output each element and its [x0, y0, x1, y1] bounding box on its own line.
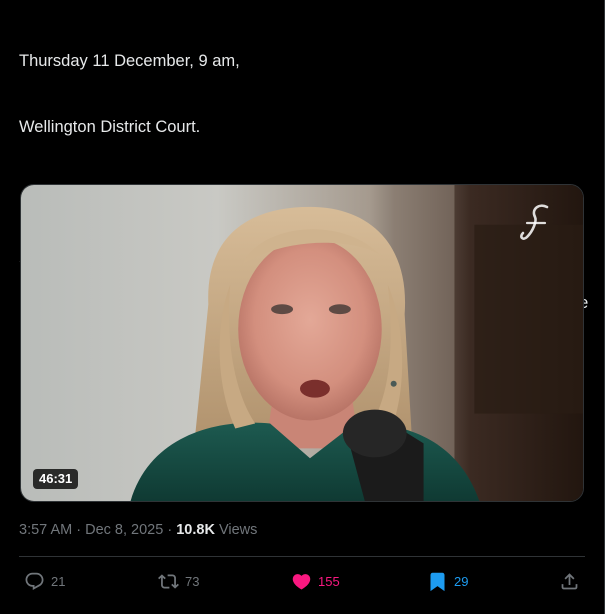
reply-button[interactable]: 21 — [24, 563, 65, 599]
tweet-text-line: Thursday 11 December, 9 am, — [19, 52, 240, 70]
bookmark-button[interactable]: 29 — [427, 563, 468, 599]
divider — [19, 556, 585, 557]
tweet-meta: 3:57 AM · Dec 8, 2025 · 10.8K Views — [19, 520, 257, 540]
share-icon — [561, 572, 578, 589]
views-label: Views — [218, 522, 258, 538]
video-player[interactable]: 46:31 — [20, 184, 584, 502]
bookmark-count: 29 — [454, 573, 469, 589]
meta-separator: · — [76, 522, 82, 538]
heart-filled-icon — [292, 573, 311, 590]
tweet-time: 3:57 AM — [19, 522, 73, 538]
action-bar: 21 73 155 29 — [0, 563, 605, 599]
bookmark-filled-icon — [430, 572, 445, 591]
like-button[interactable]: 155 — [291, 563, 340, 599]
retweet-icon — [158, 573, 179, 589]
retweet-count: 73 — [185, 573, 200, 589]
share-button[interactable] — [559, 563, 580, 599]
script-f-logo-icon — [520, 204, 549, 240]
retweet-button[interactable]: 73 — [158, 563, 199, 599]
tweet-date: Dec 8, 2025 — [85, 522, 164, 538]
video-duration-badge: 46:31 — [33, 469, 79, 489]
reply-count: 21 — [51, 573, 66, 589]
like-count: 155 — [318, 573, 340, 589]
tweet-text-line: Wellington District Court. — [19, 118, 201, 136]
video-thumbnail — [21, 185, 583, 501]
views-count: 10.8K — [176, 522, 215, 538]
tweet-timestamp[interactable]: 3:57 AM · Dec 8, 2025 — [19, 522, 163, 538]
reply-icon — [25, 572, 44, 590]
meta-separator: · — [167, 522, 173, 538]
